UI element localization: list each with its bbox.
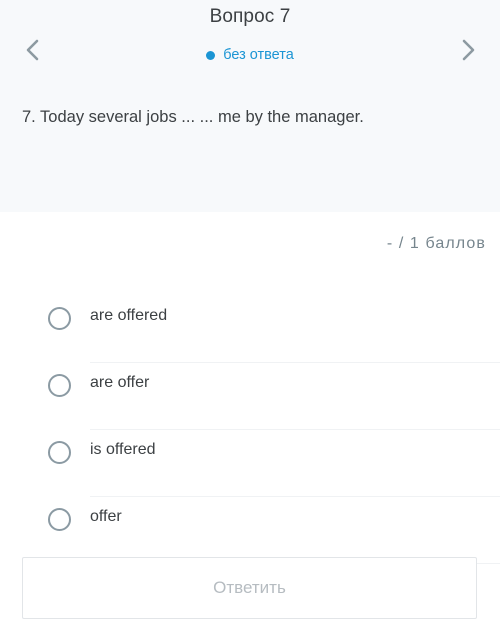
answer-option[interactable]: is offered	[0, 430, 500, 497]
quiz-screen: Вопрос 7 без ответа 7. Today several job…	[0, 0, 500, 635]
answer-options-list: are offered are offer is offered offer	[0, 296, 500, 564]
radio-button-icon[interactable]	[48, 374, 71, 397]
status-dot-icon	[206, 50, 216, 60]
answer-option-body: are offered	[90, 296, 500, 363]
radio-button-icon[interactable]	[48, 441, 71, 464]
answer-option[interactable]: are offer	[0, 363, 500, 430]
page-title: Вопрос 7	[209, 6, 291, 27]
answer-option[interactable]: are offered	[0, 296, 500, 363]
question-text: 7. Today several jobs ... ... me by the …	[22, 108, 364, 126]
answer-option-label: is offered	[90, 441, 156, 458]
score-display: - / 1 баллов	[386, 235, 486, 252]
answer-option-body: is offered	[90, 430, 500, 497]
answer-option-body: are offer	[90, 363, 500, 430]
submit-answer-button[interactable]: Ответить	[22, 557, 477, 619]
question-header: Вопрос 7 без ответа 7. Today several job…	[0, 0, 500, 212]
radio-button-icon[interactable]	[48, 508, 71, 531]
answer-option-label: are offer	[90, 374, 150, 391]
answer-option-label: are offered	[90, 307, 168, 324]
answer-option-body: offer	[90, 497, 500, 564]
status-badge-label: без ответа	[223, 47, 294, 63]
answer-option[interactable]: offer	[0, 497, 500, 564]
status-badge: без ответа	[0, 47, 500, 63]
answer-option-label: offer	[90, 508, 122, 525]
radio-button-icon[interactable]	[48, 307, 71, 330]
